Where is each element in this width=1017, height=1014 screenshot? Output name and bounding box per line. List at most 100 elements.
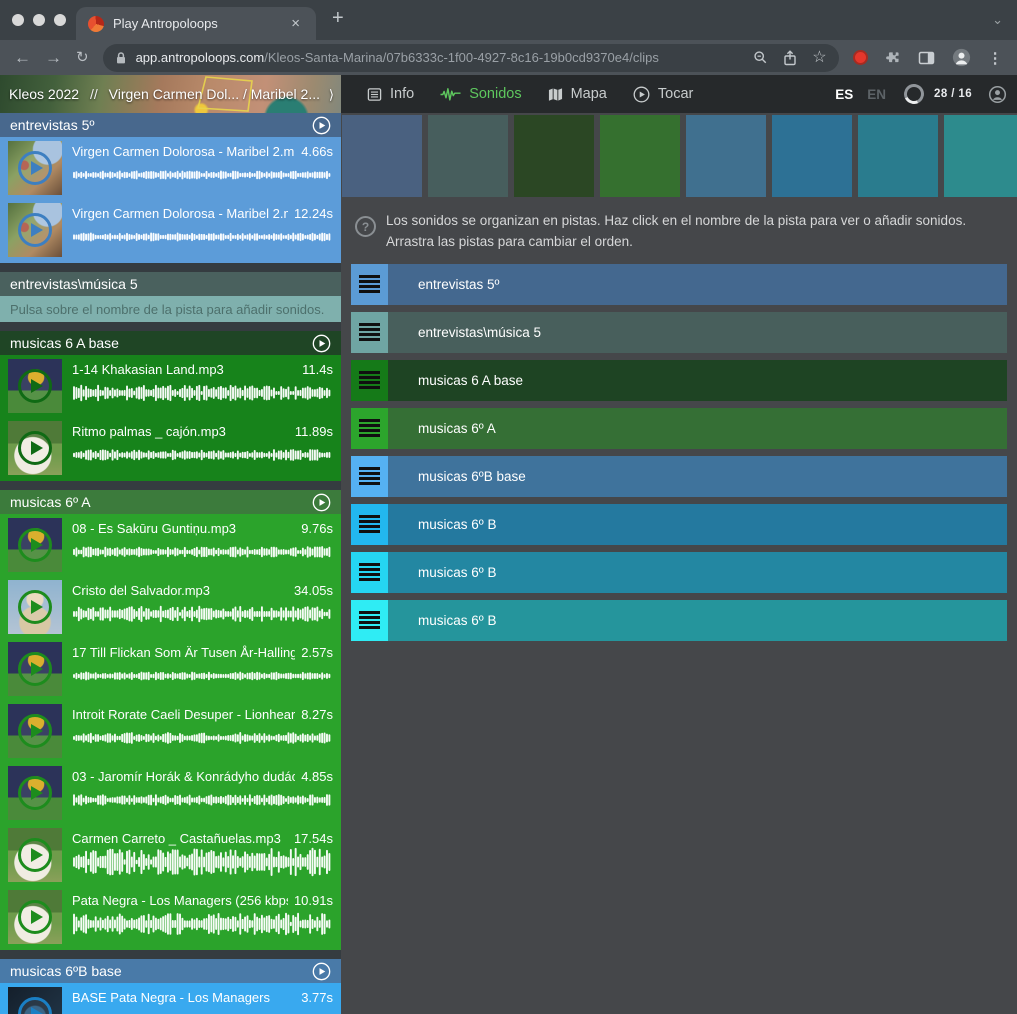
clip-play-icon[interactable] xyxy=(8,421,62,475)
track-row[interactable]: musicas 6º B xyxy=(351,600,1007,641)
recording-indicator-icon[interactable] xyxy=(853,50,868,65)
track-drag-handle[interactable] xyxy=(351,408,388,449)
section-play-button[interactable] xyxy=(312,334,331,353)
clip-play-icon[interactable] xyxy=(8,518,62,572)
track-name-button[interactable]: musicas 6º A xyxy=(388,408,1007,449)
track-list: entrevistas 5º entrevistas\música 5 musi… xyxy=(351,264,1007,641)
profile-avatar[interactable] xyxy=(952,48,971,67)
tab-search-chevron-icon[interactable]: ⌄ xyxy=(992,12,1003,28)
section-header[interactable]: musicas 6ºB base xyxy=(0,959,341,983)
address-bar[interactable]: app.antropoloops.com/Kleos-Santa-Marina/… xyxy=(103,44,839,72)
track-name-button[interactable]: musicas 6º B xyxy=(388,504,1007,545)
account-icon[interactable] xyxy=(988,85,1007,104)
track-name-button[interactable]: musicas 6 A base xyxy=(388,360,1007,401)
clips-counter: 28 / 16 xyxy=(934,88,972,100)
bookmark-star-icon[interactable]: ☆ xyxy=(812,50,826,66)
track-name-button[interactable]: musicas 6º B xyxy=(388,600,1007,641)
info-row: ? Los sonidos se organizan en pistas. Ha… xyxy=(355,211,1017,253)
track-color-swatches xyxy=(342,115,1017,197)
clip-play-icon[interactable] xyxy=(8,766,62,820)
section-play-button[interactable] xyxy=(312,493,331,512)
track-drag-handle[interactable] xyxy=(351,600,388,641)
tab-sonidos[interactable]: Sonidos xyxy=(440,86,521,102)
track-color-swatch xyxy=(686,115,766,197)
section-play-button[interactable] xyxy=(312,116,331,135)
track-drag-handle[interactable] xyxy=(351,504,388,545)
track-row[interactable]: musicas 6º B xyxy=(351,552,1007,593)
section-header[interactable]: entrevistas\música 5 xyxy=(0,272,341,296)
share-icon[interactable] xyxy=(783,50,797,66)
track-name-button[interactable]: musicas 6ºB base xyxy=(388,456,1007,497)
clip-name: Ritmo palmas _ cajón.mp3 xyxy=(72,424,289,439)
clip-play-icon[interactable] xyxy=(8,141,62,195)
drag-handle-icon xyxy=(359,611,380,629)
audio-clip[interactable]: Virgen Carmen Dolorosa - Maribel 2.mp3 4… xyxy=(0,138,341,200)
audio-clip[interactable]: BASE Pata Negra - Los Managers 3.77s xyxy=(0,984,341,1014)
audio-clip[interactable]: 17 Till Flickan Som Är Tusen År-Halling … xyxy=(0,639,341,701)
section-header[interactable]: musicas 6 A base xyxy=(0,331,341,355)
side-panel-icon[interactable] xyxy=(918,50,935,66)
clip-waveform xyxy=(72,785,333,815)
track-drag-handle[interactable] xyxy=(351,360,388,401)
audio-clip[interactable]: Virgen Carmen Dolorosa - Maribel 2.mp3 1… xyxy=(0,200,341,262)
clip-thumbnail xyxy=(8,890,62,944)
track-drag-handle[interactable] xyxy=(351,456,388,497)
section-header[interactable]: musicas 6º A xyxy=(0,490,341,514)
drag-handle-icon xyxy=(359,419,380,437)
audio-clip[interactable]: Cristo del Salvador.mp3 34.05s xyxy=(0,577,341,639)
lang-en-button[interactable]: EN xyxy=(867,87,886,102)
track-row[interactable]: entrevistas 5º xyxy=(351,264,1007,305)
extensions-puzzle-icon[interactable] xyxy=(885,50,901,66)
clip-play-icon[interactable] xyxy=(8,828,62,882)
back-button[interactable]: ← xyxy=(14,49,31,66)
tab-info[interactable]: Info xyxy=(367,86,414,102)
audio-clip[interactable]: 08 - Es Sakūru Guntiņu.mp3 9.76s xyxy=(0,515,341,577)
track-row[interactable]: musicas 6ºB base xyxy=(351,456,1007,497)
clip-thumbnail xyxy=(8,828,62,882)
section-header[interactable]: entrevistas 5º xyxy=(0,113,341,137)
window-minimize-button[interactable] xyxy=(33,14,45,26)
audio-clip[interactable]: Pata Negra - Los Managers (256 kbps).mp3… xyxy=(0,887,341,949)
map-icon xyxy=(548,87,563,102)
zoom-page-icon[interactable] xyxy=(753,50,768,65)
clip-play-icon[interactable] xyxy=(8,203,62,257)
track-row[interactable]: musicas 6 A base xyxy=(351,360,1007,401)
clip-play-icon[interactable] xyxy=(8,890,62,944)
track-row[interactable]: musicas 6º A xyxy=(351,408,1007,449)
tab-close-icon[interactable]: × xyxy=(287,14,304,33)
track-drag-handle[interactable] xyxy=(351,264,388,305)
window-close-button[interactable] xyxy=(12,14,24,26)
audio-clip[interactable]: 1-14 Khakasian Land.mp3 11.4s xyxy=(0,356,341,418)
track-name-button[interactable]: entrevistas 5º xyxy=(388,264,1007,305)
lang-es-button[interactable]: ES xyxy=(835,87,853,102)
track-row[interactable]: musicas 6º B xyxy=(351,504,1007,545)
clip-play-icon[interactable] xyxy=(8,987,62,1014)
clip-play-icon[interactable] xyxy=(8,359,62,413)
breadcrumb[interactable]: Kleos 2022 // Virgen Carmen Dol... / Mar… xyxy=(0,75,341,113)
audio-clip[interactable]: Ritmo palmas _ cajón.mp3 11.89s xyxy=(0,418,341,480)
audio-clip[interactable]: 03 - Jaromír Horák & Konrádyho dudácká .… xyxy=(0,763,341,825)
reload-button[interactable]: ↻ xyxy=(76,50,89,65)
audio-clip[interactable]: Introit Rorate Caeli Desuper - Lionheart… xyxy=(0,701,341,763)
track-drag-handle[interactable] xyxy=(351,312,388,353)
clip-play-icon[interactable] xyxy=(8,580,62,634)
audio-clip[interactable]: Carmen Carreto _ Castañuelas.mp3 17.54s xyxy=(0,825,341,887)
section-play-button[interactable] xyxy=(312,962,331,981)
tab-tocar[interactable]: Tocar xyxy=(633,86,693,103)
new-tab-button[interactable]: + xyxy=(332,8,344,28)
breadcrumb-separator: // xyxy=(90,86,98,102)
tab-mapa[interactable]: Mapa xyxy=(548,86,607,102)
clip-waveform xyxy=(72,1006,333,1014)
forward-button[interactable]: → xyxy=(45,49,62,66)
window-controls[interactable] xyxy=(12,14,66,26)
track-row[interactable]: entrevistas\música 5 xyxy=(351,312,1007,353)
browser-tab[interactable]: Play Antropoloops × xyxy=(76,7,316,40)
loading-spinner-icon xyxy=(901,81,927,107)
track-name-button[interactable]: musicas 6º B xyxy=(388,552,1007,593)
clip-play-icon[interactable] xyxy=(8,642,62,696)
track-drag-handle[interactable] xyxy=(351,552,388,593)
browser-menu-icon[interactable]: ⋮ xyxy=(988,49,1003,67)
clip-play-icon[interactable] xyxy=(8,704,62,758)
window-zoom-button[interactable] xyxy=(54,14,66,26)
track-name-button[interactable]: entrevistas\música 5 xyxy=(388,312,1007,353)
